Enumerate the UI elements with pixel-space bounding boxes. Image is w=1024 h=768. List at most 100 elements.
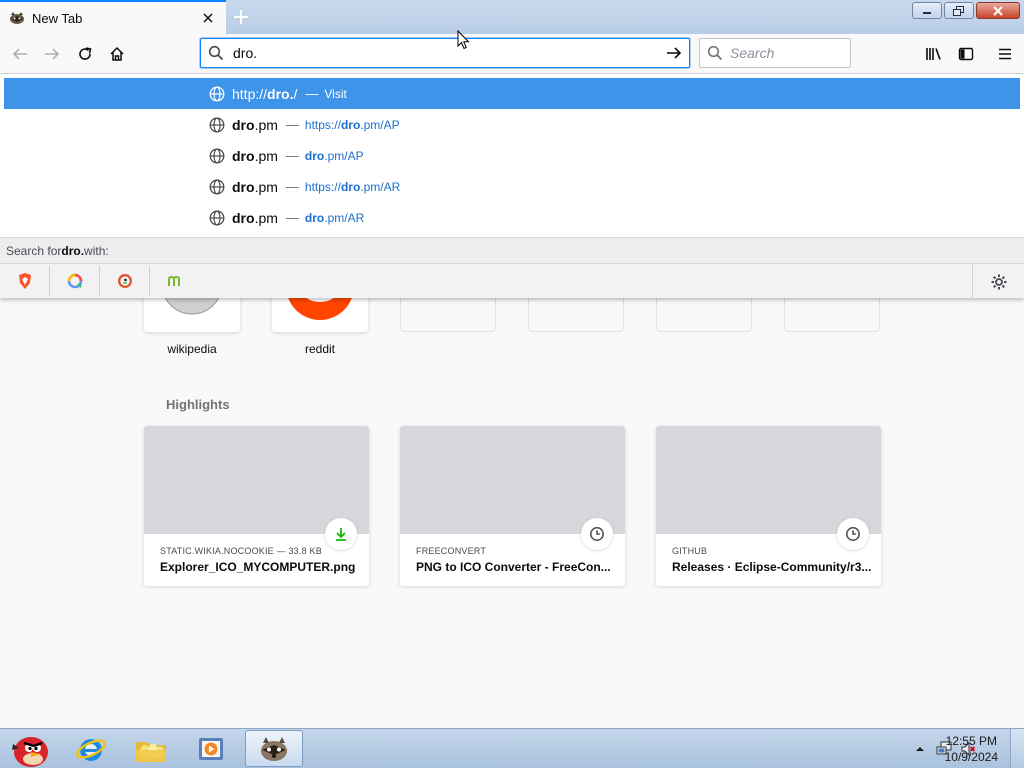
home-icon (110, 46, 124, 61)
highlight-source: GITHUB (672, 546, 708, 556)
windows-taskbar: 12:55 PM 10/9/2024 (0, 728, 1024, 768)
library-icon (926, 48, 941, 60)
autocomplete-row[interactable]: dro.pm — dro.pm/AR (4, 202, 1020, 233)
globe-icon (208, 116, 226, 134)
taskbar-app-media-player[interactable] (182, 730, 240, 767)
url-input[interactable] (231, 40, 659, 66)
restore-button[interactable] (944, 2, 974, 19)
angry-birds-icon (12, 736, 48, 767)
clock-icon (837, 518, 869, 550)
media-player-icon (199, 737, 223, 760)
navigation-toolbar (0, 34, 1024, 74)
url-autocomplete-popup: http://dro./ — Visit dro.pm — https://dr… (0, 74, 1024, 299)
arrow-right-icon (45, 48, 60, 60)
autocomplete-separator: — (305, 86, 319, 101)
clock-time: 12:55 PM (945, 734, 997, 748)
autocomplete-title: http://dro./ (232, 85, 298, 102)
clock-date: 10/9/2024 (944, 750, 998, 764)
forward-button[interactable] (38, 40, 66, 68)
arrow-right-icon (667, 47, 682, 59)
highlights-heading: Highlights (166, 397, 230, 412)
search-settings-button[interactable] (972, 264, 1024, 299)
autocomplete-title: dro.pm (232, 178, 278, 195)
autocomplete-separator: — (285, 117, 299, 132)
autocomplete-title: dro.pm (232, 209, 278, 226)
engine-button-duckduckgo[interactable] (100, 266, 150, 296)
search-icon (700, 39, 730, 67)
search-bar[interactable] (699, 38, 851, 68)
globe-icon (208, 147, 226, 165)
close-window-button[interactable] (976, 2, 1020, 19)
globe-icon (208, 85, 226, 103)
show-desktop-button[interactable] (1010, 729, 1024, 768)
menu-button[interactable] (991, 40, 1019, 68)
highlight-title: Explorer_ICO_MYCOMPUTER.png (160, 560, 356, 574)
restore-icon (953, 5, 964, 16)
taskbar-app-angry-birds[interactable] (0, 730, 58, 767)
reload-icon (79, 47, 92, 60)
globe-icon (208, 209, 226, 227)
highlight-source: FREECONVERT (416, 546, 487, 556)
autocomplete-row[interactable]: dro.pm — dro.pm/AP (4, 140, 1020, 171)
clock-icon (581, 518, 613, 550)
gear-icon (991, 274, 1006, 289)
mojeek-icon (168, 275, 180, 286)
plus-icon (234, 10, 248, 24)
autocomplete-url: https://dro.pm/AR (304, 179, 401, 194)
autocomplete-title: dro.pm (232, 116, 278, 133)
download-icon (325, 518, 357, 550)
title-bar: New Tab (0, 0, 1024, 34)
sidebar-icon (958, 47, 974, 61)
engine-button-brave[interactable] (0, 266, 50, 296)
highlight-title: Releases · Eclipse-Community/r3... (672, 560, 872, 574)
search-input[interactable] (730, 45, 850, 61)
library-button[interactable] (920, 40, 948, 68)
taskbar-app-browser[interactable] (245, 730, 303, 767)
autocomplete-row[interactable]: dro.pm — https://dro.pm/AP (4, 109, 1020, 140)
home-button[interactable] (103, 40, 131, 68)
highlight-source: STATIC.WIKIA.NOCOOKIE — 33.8 KB (160, 546, 322, 556)
reload-button[interactable] (71, 40, 99, 68)
one-off-search-engines (0, 263, 1024, 299)
clock[interactable]: 12:55 PM 10/9/2024 (945, 733, 998, 765)
search-with-label: Search for dro. with: (0, 237, 1024, 263)
qwant-icon (67, 273, 82, 289)
highlight-card[interactable]: GITHUB Releases · Eclipse-Community/r3..… (656, 426, 881, 586)
autocomplete-url: https://dro.pm/AP (304, 117, 400, 132)
engine-button-mojeek[interactable] (150, 266, 200, 296)
mouse-cursor (457, 29, 471, 53)
highlight-card[interactable]: STATIC.WIKIA.NOCOOKIE — 33.8 KB Explorer… (144, 426, 369, 586)
back-button[interactable] (6, 40, 34, 68)
autocomplete-row[interactable]: http://dro./ — Visit (4, 78, 1020, 109)
autocomplete-separator: — (285, 179, 299, 194)
taskbar-app-folder[interactable] (122, 730, 180, 767)
autocomplete-url: dro.pm/AR (304, 210, 365, 225)
arrow-left-icon (12, 48, 27, 60)
minimize-icon (923, 11, 931, 14)
highlight-card[interactable]: FREECONVERT PNG to ICO Converter - FreeC… (400, 426, 625, 586)
highlight-title: PNG to ICO Converter - FreeCon... (416, 560, 611, 574)
minimize-button[interactable] (912, 2, 942, 19)
internet-explorer-icon (75, 738, 107, 761)
autocomplete-separator: — (285, 210, 299, 225)
autocomplete-separator: — (285, 148, 299, 163)
close-icon (993, 5, 1003, 16)
engine-button-qwant[interactable] (50, 266, 100, 296)
url-bar[interactable] (200, 38, 690, 68)
go-button[interactable] (659, 39, 689, 67)
top-site-label: wikipedia (167, 342, 217, 356)
window-controls (912, 2, 1020, 19)
search-icon (201, 39, 231, 67)
raccoon-icon (8, 10, 26, 26)
autocomplete-action: Visit (324, 86, 347, 101)
taskbar-app-internet-explorer[interactable] (62, 730, 120, 767)
tab-new-tab[interactable]: New Tab (0, 0, 226, 34)
sidebar-button[interactable] (952, 40, 980, 68)
autocomplete-row[interactable]: dro.pm — https://dro.pm/AR (4, 171, 1020, 202)
raccoon-browser-icon (261, 736, 287, 761)
new-tab-button[interactable] (230, 6, 252, 28)
close-tab-icon[interactable] (198, 8, 218, 28)
folder-icon (136, 741, 166, 762)
show-hidden-icons-icon[interactable] (912, 741, 928, 757)
globe-icon (208, 178, 226, 196)
